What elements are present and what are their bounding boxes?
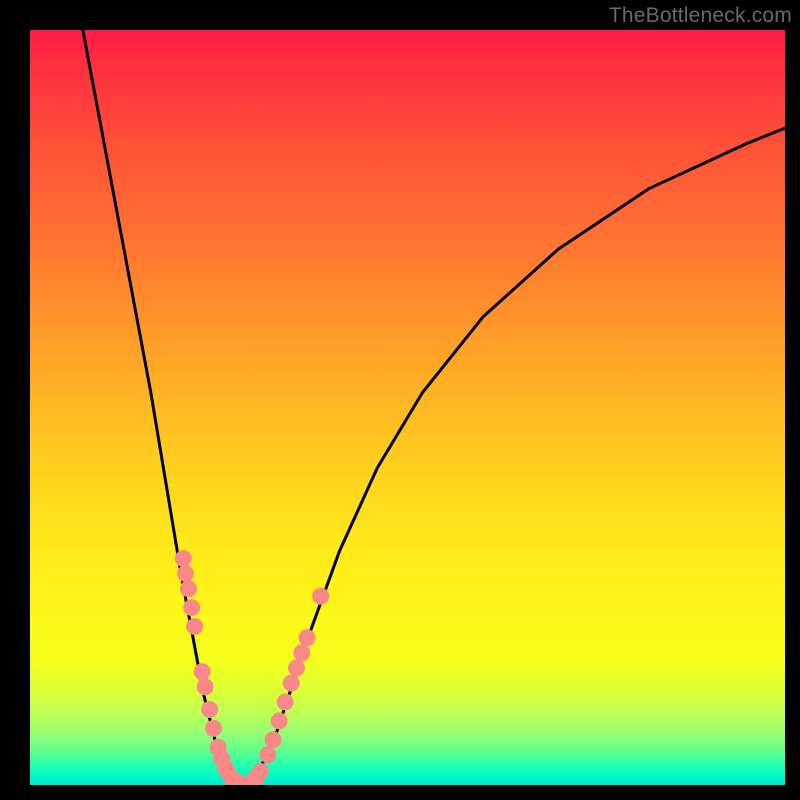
marker-dot [252, 763, 269, 780]
marker-dot [197, 678, 214, 695]
chart-svg [30, 30, 785, 785]
marker-dot [259, 746, 276, 763]
marker-layer [175, 550, 329, 785]
marker-dot [180, 580, 197, 597]
marker-dot [205, 720, 222, 737]
marker-dot [271, 712, 288, 729]
chart-plot-area [30, 30, 785, 785]
curve-layer [83, 30, 785, 785]
marker-dot [265, 731, 282, 748]
marker-dot [177, 565, 194, 582]
marker-dot [299, 629, 316, 646]
chart-frame: TheBottleneck.com [0, 0, 800, 800]
marker-dot [312, 588, 329, 605]
marker-dot [283, 675, 300, 692]
marker-dot [288, 659, 305, 676]
marker-dot [175, 550, 192, 567]
marker-dot [293, 644, 310, 661]
series-left-curve [83, 30, 242, 785]
marker-dot [186, 618, 203, 635]
marker-dot [194, 663, 211, 680]
marker-dot [183, 599, 200, 616]
marker-dot [277, 693, 294, 710]
watermark-text: TheBottleneck.com [609, 4, 792, 28]
marker-dot [201, 701, 218, 718]
series-right-curve [241, 128, 785, 785]
